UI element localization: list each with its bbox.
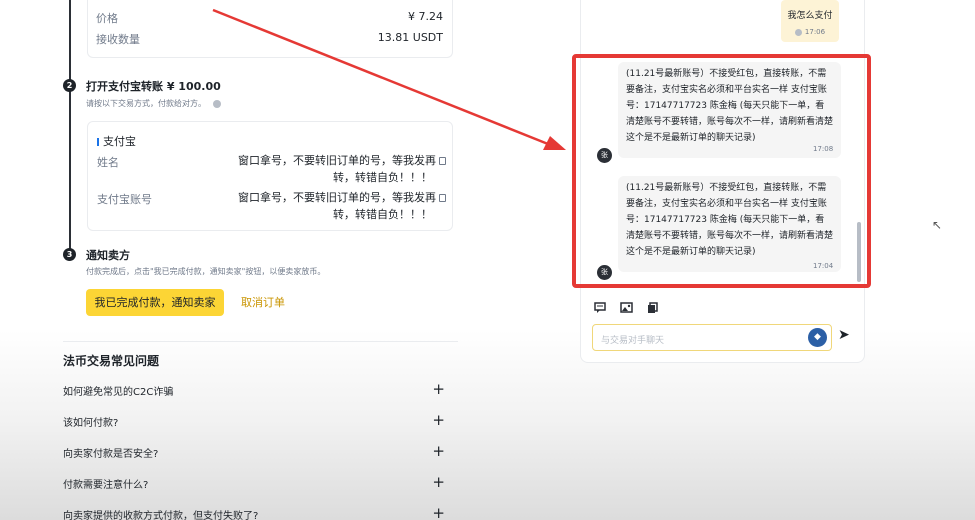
annotation-highlight-box — [572, 54, 871, 288]
read-check-icon — [794, 28, 802, 36]
file-icon[interactable] — [647, 302, 659, 317]
annotation-arrow-line — [212, 8, 549, 146]
mouse-cursor-icon: ↖ — [932, 218, 943, 232]
chat-input-placeholder: 与交易对手聊天 — [601, 336, 665, 346]
image-icon[interactable] — [620, 302, 633, 317]
emoji-icon[interactable]: ◆ — [808, 328, 827, 347]
chat-message-time: 17:06 — [781, 28, 839, 36]
chat-bubble-self: 我怎么支付 17:06 — [781, 0, 839, 42]
message-icon[interactable] — [594, 302, 606, 317]
chat-input[interactable]: 与交易对手聊天 — [592, 324, 832, 351]
chat-time-text: 17:06 — [804, 28, 826, 36]
send-icon[interactable]: ➤ — [838, 327, 850, 343]
chat-message-text: 我怎么支付 — [787, 11, 833, 21]
